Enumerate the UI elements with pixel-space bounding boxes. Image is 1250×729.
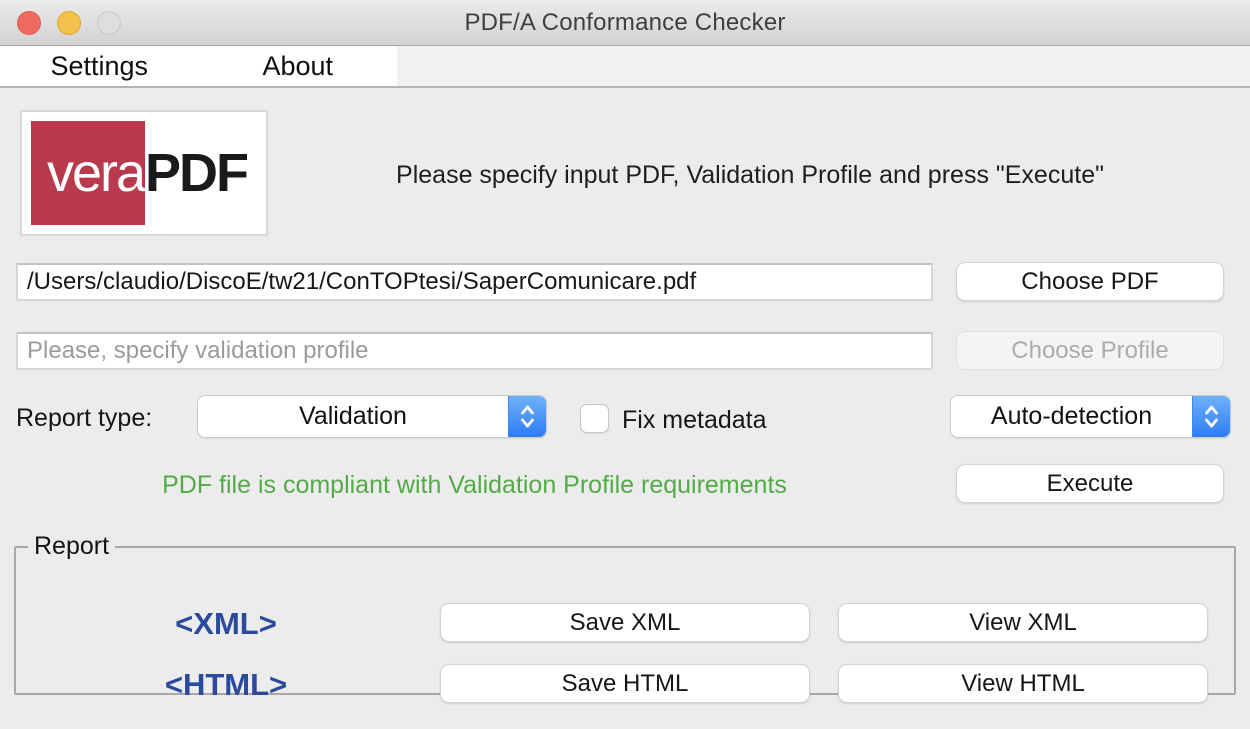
report-type-label: Report type: (16, 404, 152, 433)
save-xml-button[interactable]: Save XML (440, 603, 810, 642)
view-xml-button[interactable]: View XML (838, 603, 1208, 642)
report-type-selected-value: Validation (198, 396, 508, 437)
logo-vera-text: vera (31, 121, 145, 225)
validation-profile-input[interactable] (16, 332, 933, 370)
verapdf-logo: vera PDF (20, 110, 268, 236)
fix-metadata-label: Fix metadata (622, 406, 767, 435)
choose-pdf-button[interactable]: Choose PDF (956, 262, 1224, 301)
report-group: Report <XML> Save XML View XML <HTML> Sa… (14, 532, 1236, 695)
flavour-select[interactable]: Auto-detection (950, 395, 1231, 438)
app-window: PDF/A Conformance Checker Settings About… (0, 0, 1250, 729)
window-title: PDF/A Conformance Checker (0, 0, 1250, 46)
close-button[interactable] (17, 11, 41, 35)
menu-bar-items: Settings About (0, 46, 397, 86)
traffic-lights (17, 11, 121, 35)
report-group-legend: Report (28, 532, 115, 561)
title-bar: PDF/A Conformance Checker (0, 0, 1250, 46)
instruction-text: Please specify input PDF, Validation Pro… (285, 161, 1215, 190)
zoom-button-disabled (97, 11, 121, 35)
menu-about[interactable]: About (199, 46, 398, 86)
pdf-path-input[interactable] (16, 263, 933, 301)
logo-pdf-text: PDF (145, 121, 257, 225)
chevron-up-down-icon (508, 396, 546, 437)
menu-bar: Settings About (0, 46, 1250, 88)
menu-settings[interactable]: Settings (0, 46, 199, 86)
report-type-select[interactable]: Validation (197, 395, 547, 438)
status-message: PDF file is compliant with Validation Pr… (16, 471, 933, 500)
view-html-button[interactable]: View HTML (838, 664, 1208, 703)
xml-format-label: <XML> (126, 607, 326, 641)
execute-button[interactable]: Execute (956, 464, 1224, 503)
chevron-up-down-icon (1192, 396, 1230, 437)
minimize-button[interactable] (57, 11, 81, 35)
flavour-selected-value: Auto-detection (951, 396, 1192, 437)
choose-profile-button: Choose Profile (956, 331, 1224, 370)
save-html-button[interactable]: Save HTML (440, 664, 810, 703)
fix-metadata-checkbox[interactable] (580, 404, 609, 433)
html-format-label: <HTML> (126, 668, 326, 702)
